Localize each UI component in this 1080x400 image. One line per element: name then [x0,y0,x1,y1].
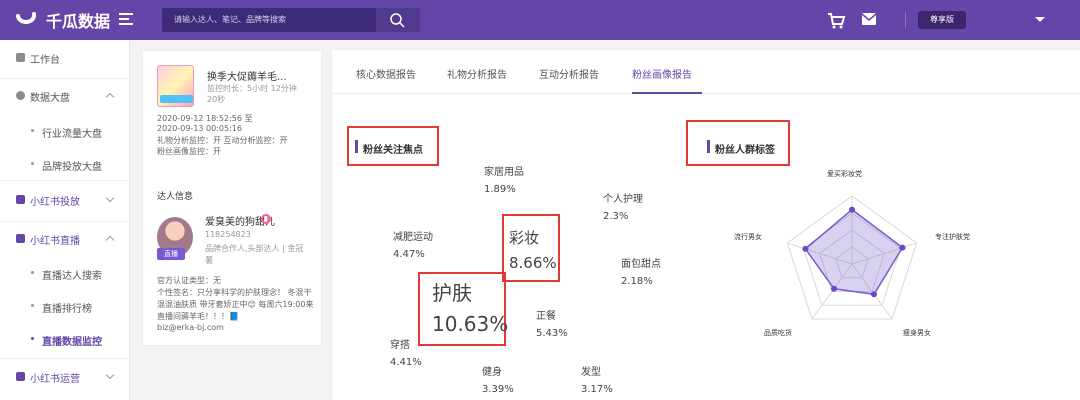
time-range-start: 2020-09-12 18:52:56 至 [157,114,253,123]
radar-data-point [802,245,809,252]
sidebar-item-workbench[interactable]: 工作台 [0,42,130,74]
sidebar-item-brand-dashboard[interactable]: 品牌投放大盘 [0,151,130,177]
sidebar-item-dashboard[interactable]: 数据大盘 [0,80,130,112]
video-icon [16,234,25,243]
fan-crowd-title: 粉丝人群标签 [707,140,775,156]
host-bio: 个性签名：只分享科学的护肤理念！ 冬混干混混油肤质 带牙套矫正中😊 每周六19:… [157,288,314,321]
logo-icon [16,12,36,24]
radar-axis-label: 品质吃货 [764,329,792,337]
tab-core-data[interactable]: 核心数据报告 [356,66,416,81]
host-id: 118254823 [205,230,251,239]
menu-toggle-icon[interactable] [119,12,135,26]
section-accent [707,140,710,153]
focus-item-home: 家居用品 1.89% [484,167,524,195]
dropdown-caret-icon[interactable] [1035,17,1045,22]
radar-data-point [899,244,906,251]
focus-item-bakery: 面包甜点 2.18% [621,259,661,287]
pie-chart-icon [16,91,25,100]
radar-axis-label: 瘦身男女 [903,329,931,337]
sidebar-item-industry-traffic[interactable]: 行业流量大盘 [0,118,130,144]
chevron-up-icon [105,92,115,102]
tab-fan-profile[interactable]: 粉丝画像报告 [632,66,692,81]
sidebar-item-xhs-live[interactable]: 小红书直播 [0,223,130,255]
bullet-icon [31,129,34,132]
focus-item-outfit: 穿搭 4.41% [390,340,422,368]
sidebar-divider [0,358,130,359]
sidebar-divider [0,180,130,181]
search-button[interactable] [376,8,420,32]
live-title[interactable]: 换季大促薅羊毛... [207,68,287,83]
edition-badge[interactable]: 尊享版 [918,11,966,29]
bullet-icon [31,337,34,340]
focus-item-hairstyle: 发型 3.17% [581,367,613,395]
focus-item-skincare: 护肤 10.63% [432,281,509,336]
sidebar-divider [0,78,130,79]
report-tabs: 核心数据报告 礼物分析报告 互动分析报告 粉丝画像报告 [332,50,1080,94]
host-tags: 品牌合作人,头部达人 | 金冠薯 [205,244,304,265]
grid-icon [16,53,25,62]
bullet-icon [31,304,34,307]
sidebar-item-xhs-ads[interactable]: 小红书投放 [0,184,130,216]
live-info-panel: 换季大促薅羊毛... 监控时长：5小时 12分钟 20秒 2020-09-12 … [142,50,322,346]
focus-item-personal-care: 个人护理 2.3% [603,194,643,222]
radar-data-point [870,291,877,298]
time-range-end: 2020-09-13 00:05:16 [157,124,242,133]
monitor-status-2: 粉丝画像监控：开 [157,147,221,156]
verify-type: 官方认证类型：无 [157,276,221,285]
mail-icon[interactable] [861,12,877,26]
host-email: biz@erka-bj.com [157,323,224,332]
live-duration-seconds: 20秒 [207,95,226,104]
sidebar: 工作台 数据大盘 行业流量大盘 品牌投放大盘 小红书投放 小红书直播 直播达人搜… [0,40,130,400]
top-bar: 千瓜数据 请输入达人、笔记、品牌等搜索 尊享版 [0,0,1080,40]
focus-item-weight-loss: 减肥运动 4.47% [393,232,433,260]
search-icon [390,13,405,28]
sidebar-item-live-search[interactable]: 直播达人搜索 [0,260,130,286]
fan-focus-title: 粉丝关注焦点 [355,140,423,156]
search-input[interactable]: 请输入达人、笔记、品牌等搜索 [174,14,286,25]
header-divider [905,12,906,28]
brand-name: 千瓜数据 [46,12,111,31]
radar-axis-label: 流行男女 [734,233,762,241]
search-box[interactable]: 请输入达人、笔记、品牌等搜索 [162,8,420,32]
brand-logo[interactable]: 千瓜数据 [14,8,110,32]
radar-data-point [831,285,838,292]
cart-icon[interactable] [826,10,846,30]
host-section-title: 达人信息 [157,192,194,202]
bullet-icon [31,162,34,165]
bullet-icon [31,271,34,274]
radar-axis-label: 爱买彩妆党 [827,170,862,178]
section-accent [355,140,358,153]
chevron-down-icon [105,370,115,380]
radar-axis-label: 专注护肤党 [935,233,970,241]
tab-interaction-analysis[interactable]: 互动分析报告 [539,66,599,81]
chat-icon [16,372,25,381]
monitor-status-1: 礼物分析监控：开 互动分析监控：开 [157,136,288,145]
live-badge: 直播 [157,248,185,260]
fan-crowd-radar-chart: 爱买彩妆党 专注护肤党 瘦身男女 品质吃货 流行男女 [726,170,986,355]
box-icon [16,195,25,204]
chevron-up-icon [105,235,115,245]
sidebar-item-live-monitor[interactable]: 直播数据监控 [0,326,130,352]
verified-icon [261,214,271,224]
sidebar-divider [0,221,130,222]
sidebar-item-xhs-operation[interactable]: 小红书运营 [0,361,130,393]
active-tab-indicator [632,92,702,94]
chevron-down-icon [105,193,115,203]
tab-gift-analysis[interactable]: 礼物分析报告 [447,66,507,81]
live-cover-image[interactable] [157,65,194,107]
sidebar-item-live-ranking[interactable]: 直播排行榜 [0,293,130,319]
radar-data-point [849,206,855,213]
focus-item-makeup: 彩妆 8.66% [509,229,557,272]
live-duration: 监控时长：5小时 12分钟 [207,84,297,93]
focus-item-fitness: 健身 3.39% [482,367,514,395]
focus-item-meal: 正餐 5.43% [536,311,568,339]
